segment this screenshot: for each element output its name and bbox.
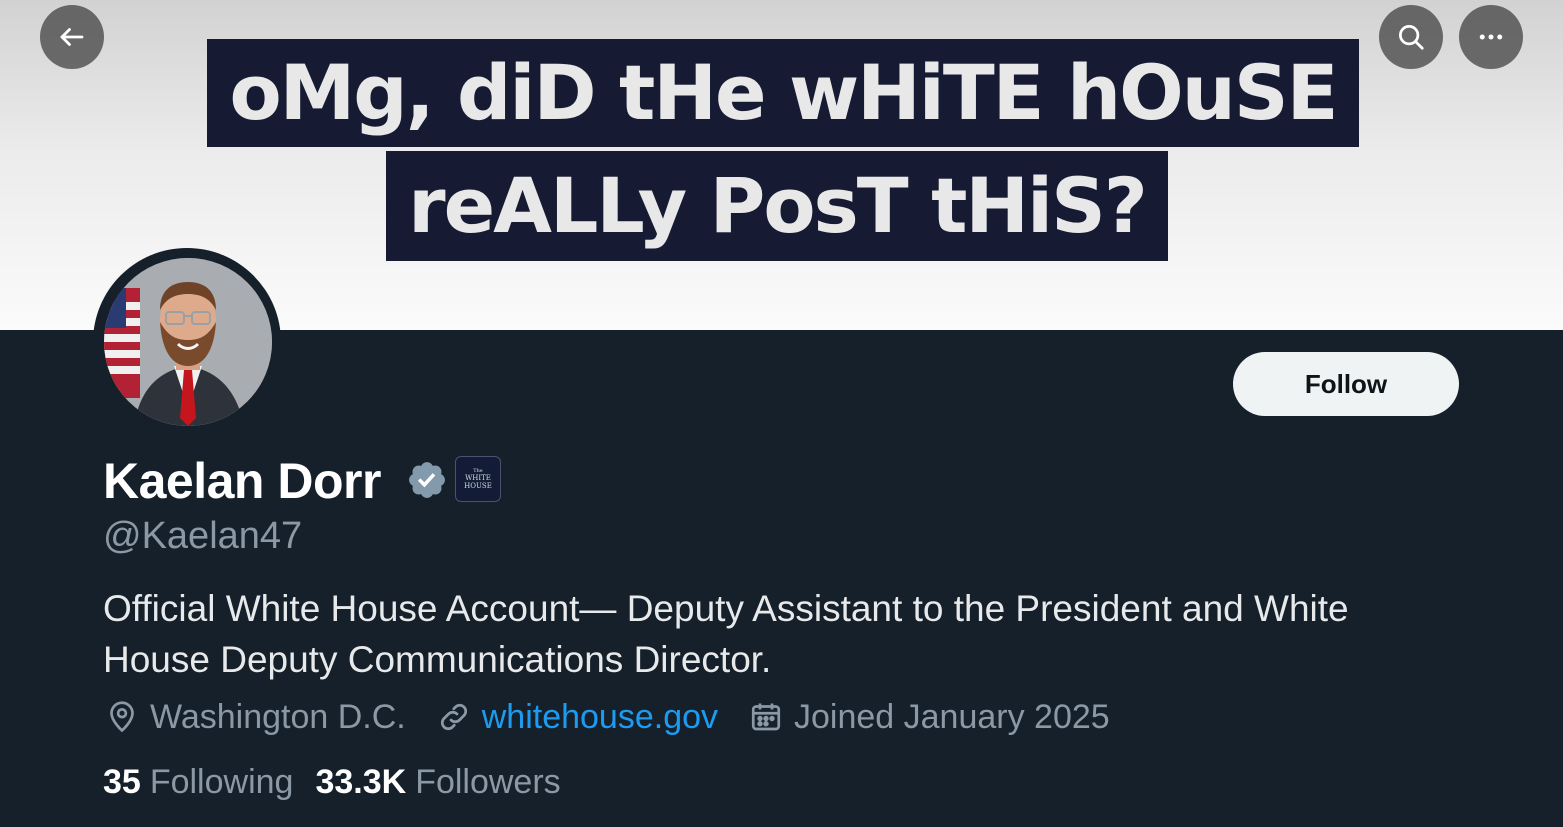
banner-text-line-1: oMg, diD tHe wHiTE hOuSE: [207, 39, 1359, 147]
display-name: Kaelan Dorr: [103, 453, 381, 509]
avatar[interactable]: [104, 258, 272, 426]
followers-count: 33.3K: [315, 762, 407, 801]
joined-item: Joined January 2025: [748, 698, 1110, 737]
following-label: Following: [149, 762, 294, 801]
verified-badge-icon[interactable]: [406, 459, 448, 501]
back-button[interactable]: [40, 5, 104, 69]
affiliation-badge-line-3: HOUSE: [464, 482, 492, 490]
banner-text-line-2: reALLy PosT tHiS?: [386, 151, 1168, 261]
follow-stats: 35 Following 33.3K Followers: [103, 760, 583, 804]
link-icon: [440, 703, 467, 731]
follow-button[interactable]: Follow: [1233, 352, 1459, 416]
location-pin-icon: [110, 701, 134, 733]
more-horizontal-icon: [1479, 34, 1503, 40]
arrow-left-icon: [60, 28, 84, 46]
profile-bio: Official White House Account— Deputy Ass…: [103, 588, 1349, 680]
following-count: 35: [103, 762, 141, 801]
website-link[interactable]: whitehouse.gov: [482, 698, 718, 737]
more-options-button[interactable]: [1459, 5, 1523, 69]
joined-text: Joined January 2025: [794, 697, 1110, 736]
search-button[interactable]: [1379, 5, 1443, 69]
location-item: Washington D.C.: [104, 698, 406, 737]
username-handle: @Kaelan47: [103, 515, 303, 557]
search-icon: [1399, 25, 1424, 50]
location-text: Washington D.C.: [150, 697, 406, 736]
affiliation-badge-line-2: WHITE: [465, 474, 491, 482]
affiliation-badge[interactable]: The WHITE HOUSE: [455, 456, 501, 502]
calendar-icon: [751, 703, 781, 731]
website-item[interactable]: whitehouse.gov: [436, 698, 718, 737]
followers-stat[interactable]: 33.3K Followers: [315, 763, 560, 802]
following-stat[interactable]: 35 Following: [103, 763, 293, 802]
profile-meta: Washington D.C. whitehouse.gov Joined Ja…: [104, 695, 1140, 739]
followers-label: Followers: [415, 762, 561, 801]
avatar-portrait: [104, 258, 272, 426]
